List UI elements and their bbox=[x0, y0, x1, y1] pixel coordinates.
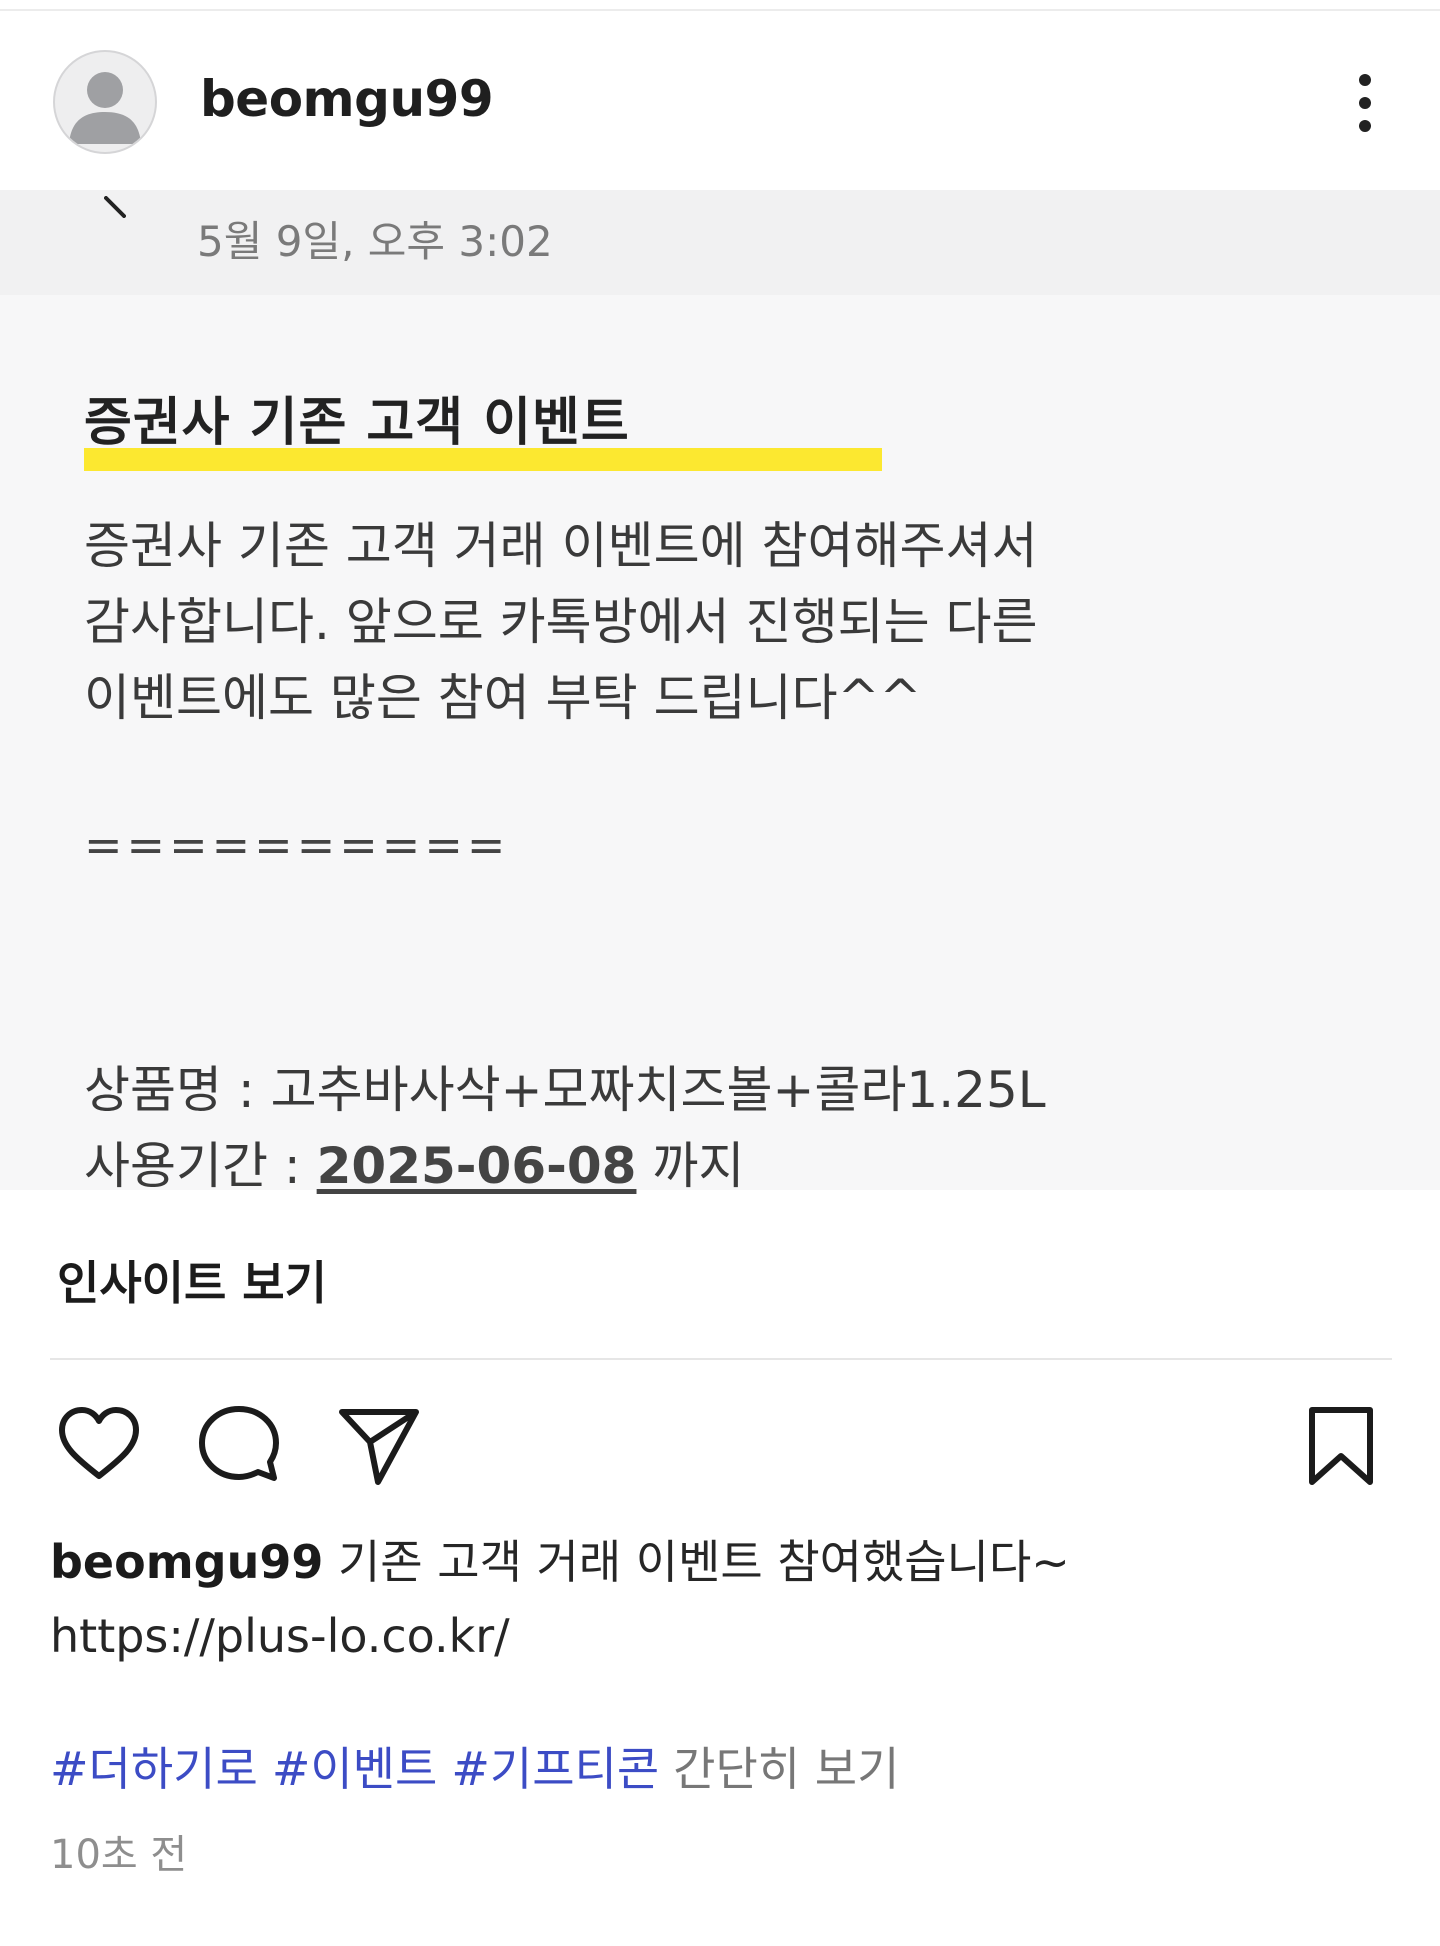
event-body-line: 감사합니다. 앞으로 카톡방에서 진행되는 다른 bbox=[84, 593, 1038, 651]
hashtag-link[interactable]: #기프티콘 bbox=[451, 1742, 659, 1796]
post-author-username[interactable]: beomgu99 bbox=[200, 70, 494, 128]
event-body-line: 이벤트에도 많은 참여 부탁 드립니다^^ bbox=[84, 669, 922, 727]
chevron-fragment-icon bbox=[104, 196, 126, 218]
caption-link: https://plus-lo.co.kr/ bbox=[50, 1609, 510, 1663]
image-date: 5월 9일, 오후 3:02 bbox=[197, 217, 553, 266]
hashtag-link[interactable]: #더하기로 bbox=[50, 1742, 258, 1796]
event-title: 증권사 기존 고객 이벤트 bbox=[84, 393, 630, 453]
comment-icon bbox=[199, 1406, 279, 1481]
like-button[interactable] bbox=[54, 1400, 144, 1490]
hashtag-row: #더하기로 #이벤트 #기프티콘 간단히 보기 bbox=[50, 1733, 899, 1799]
bookmark-icon bbox=[1309, 1407, 1373, 1485]
more-vertical-icon bbox=[1359, 74, 1371, 132]
collapse-caption-button[interactable]: 간단히 보기 bbox=[673, 1742, 899, 1796]
event-body-line: 증권사 기존 고객 거래 이벤트에 참여해주셔서 bbox=[84, 517, 1038, 575]
caption-line: beomgu99 기존 고객 거래 이벤트 참여했습니다~ bbox=[50, 1525, 1390, 1599]
event-body: 증권사 기존 고객 거래 이벤트에 참여해주셔서 감사합니다. 앞으로 카톡방에… bbox=[84, 508, 1284, 736]
avatar[interactable] bbox=[53, 50, 157, 154]
usage-period-suffix: 까지 bbox=[636, 1137, 745, 1195]
caption: beomgu99 기존 고객 거래 이벤트 참여했습니다~ https://pl… bbox=[50, 1525, 1390, 1673]
title-highlight-bar bbox=[84, 448, 882, 471]
insights-divider bbox=[50, 1358, 1392, 1360]
view-insights-link[interactable]: 인사이트 보기 bbox=[57, 1247, 327, 1313]
default-avatar-icon bbox=[69, 72, 141, 144]
usage-period: 사용기간 : 2025-06-08 까지 bbox=[84, 1126, 744, 1198]
heart-icon bbox=[59, 1407, 139, 1479]
caption-text: 기존 고객 거래 이벤트 참여했습니다~ bbox=[323, 1535, 1070, 1589]
save-button[interactable] bbox=[1296, 1400, 1386, 1490]
usage-period-label: 사용기간 : bbox=[84, 1137, 317, 1195]
product-name: 상품명 : 고추바사삭+모짜치즈볼+콜라1.25L bbox=[84, 1061, 1046, 1119]
top-divider bbox=[0, 9, 1440, 11]
more-options-button[interactable] bbox=[1340, 70, 1390, 140]
usage-period-date: 2025-06-08 bbox=[316, 1137, 637, 1195]
comment-button[interactable] bbox=[194, 1400, 284, 1490]
send-icon bbox=[339, 1409, 419, 1485]
post-timestamp: 10초 전 bbox=[50, 1832, 188, 1878]
caption-username[interactable]: beomgu99 bbox=[50, 1535, 323, 1589]
hashtag-link[interactable]: #이벤트 bbox=[272, 1742, 438, 1796]
share-button[interactable] bbox=[334, 1400, 424, 1490]
text-divider: ========== bbox=[84, 818, 510, 872]
